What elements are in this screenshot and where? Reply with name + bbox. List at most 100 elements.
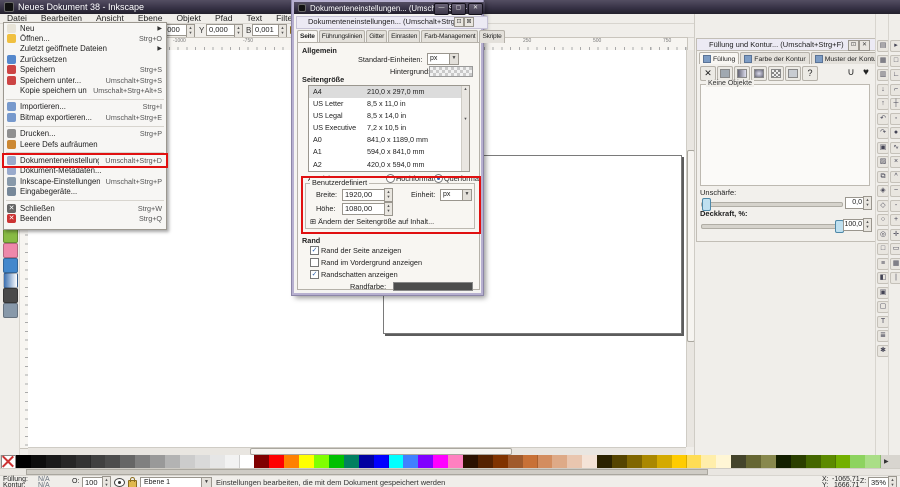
dialog-panel-close-icon[interactable]: ⊠ xyxy=(464,17,474,27)
snap-bbox-icon[interactable]: □ xyxy=(890,55,900,67)
dialog-tab-skripte[interactable]: Skripte xyxy=(479,30,504,43)
page-border-checkbox[interactable]: ✓ xyxy=(310,246,319,255)
palette-swatch[interactable] xyxy=(240,455,256,468)
palette-swatch[interactable] xyxy=(716,455,732,468)
palette-swatch[interactable] xyxy=(508,455,524,468)
std-units-combo[interactable]: px▼ xyxy=(427,53,459,65)
palette-swatch[interactable] xyxy=(657,455,673,468)
connector-tool-icon[interactable] xyxy=(3,303,18,318)
file-menu-item-leeredefsaufräumen[interactable]: Leere Defs aufräumen xyxy=(4,139,166,149)
palette-swatch[interactable] xyxy=(299,455,315,468)
palette-swatch[interactable] xyxy=(120,455,136,468)
page-size-row[interactable]: US Letter8,5 x 11,0 in xyxy=(309,98,469,110)
snap-enable-icon[interactable]: ▸ xyxy=(890,40,900,52)
file-menu-item-zurücksetzen[interactable]: Zurücksetzen xyxy=(4,54,166,64)
x-field-spinner[interactable]: ▲▼ xyxy=(186,24,195,38)
palette-swatch[interactable] xyxy=(374,455,390,468)
border-shadow-checkbox[interactable]: ✓ xyxy=(310,270,319,279)
file-menu-item-neu[interactable]: Neu▶ xyxy=(4,23,166,33)
palette-swatch[interactable] xyxy=(135,455,151,468)
file-menu-item-inkscapeeinstellungen[interactable]: Inkscape-Einstellungen...Umschalt+Strg+P xyxy=(4,176,166,186)
dialog-minimize-icon[interactable]: — xyxy=(434,3,449,15)
file-menu-item-beenden[interactable]: ✕BeendenStrg+Q xyxy=(4,213,166,223)
palette-swatch[interactable] xyxy=(150,455,166,468)
zoom-field[interactable]: 35% xyxy=(868,477,890,487)
palette-swatch[interactable] xyxy=(165,455,181,468)
background-color-swatch[interactable] xyxy=(429,66,473,77)
snap-guide-icon[interactable]: ∣ xyxy=(890,272,900,284)
palette-swatch[interactable] xyxy=(389,455,405,468)
dropper-tool-icon[interactable] xyxy=(3,288,18,303)
panel-minimize-icon[interactable]: ⊡ xyxy=(848,40,859,51)
palette-swatch[interactable] xyxy=(538,455,554,468)
snap-intersection-icon[interactable]: × xyxy=(890,156,900,168)
snap-path-icon[interactable]: ∿ xyxy=(890,142,900,154)
palette-swatch[interactable] xyxy=(91,455,107,468)
palette-swatch[interactable] xyxy=(597,455,613,468)
palette-swatch[interactable] xyxy=(284,455,300,468)
dialog-maximize-icon[interactable]: ▢ xyxy=(451,3,466,15)
gradient-tool-icon[interactable] xyxy=(3,273,18,288)
randfarbe-color-swatch[interactable] xyxy=(393,282,473,291)
combo-arrow-icon[interactable]: ▼ xyxy=(449,54,458,64)
stroke-indicator-value[interactable]: N/A xyxy=(38,482,50,487)
layer-select[interactable]: Ebene 1 xyxy=(140,477,205,487)
horizontal-scrollbar-thumb[interactable] xyxy=(250,448,512,455)
swatch-button[interactable] xyxy=(785,66,801,81)
opacity-status-field[interactable]: 100 xyxy=(82,477,104,487)
palette-swatch[interactable] xyxy=(582,455,598,468)
page-size-row[interactable]: A1594,0 x 841,0 mm xyxy=(309,146,469,158)
file-menu-item-öffnen[interactable]: Öffnen...Strg+O xyxy=(4,33,166,43)
blur-slider[interactable] xyxy=(701,202,843,207)
eraser-tool-icon[interactable] xyxy=(3,243,18,258)
palette-swatch[interactable] xyxy=(61,455,77,468)
snap-page-border-icon[interactable]: ▭ xyxy=(890,243,900,255)
snap-object-center-icon[interactable]: + xyxy=(890,214,900,226)
file-menu-item-speichernunter[interactable]: Speichern unter...Umschalt+Strg+S xyxy=(4,75,166,85)
dialog-panel-minimize-icon[interactable]: ⊡ xyxy=(454,17,464,27)
file-menu-item-dokumenteneinstellungen[interactable]: Dokumenteneinstellungen...Umschalt+Strg+… xyxy=(4,155,166,165)
flat-color-button[interactable] xyxy=(717,66,733,81)
palette-swatch[interactable] xyxy=(567,455,583,468)
palette-swatch[interactable] xyxy=(254,455,270,468)
palette-swatch[interactable] xyxy=(836,455,852,468)
width-field-spinner[interactable]: ▲▼ xyxy=(278,24,287,38)
palette-swatch[interactable] xyxy=(701,455,717,468)
palette-swatch[interactable] xyxy=(672,455,688,468)
unknown-paint-button[interactable]: ? xyxy=(802,66,818,81)
opacity-value[interactable]: 100,0 xyxy=(843,219,865,231)
file-menu-item-schließen[interactable]: ✕SchließenStrg+W xyxy=(4,203,166,213)
y-field-spinner[interactable]: ▲▼ xyxy=(234,24,243,38)
layer-visibility-icon[interactable] xyxy=(114,478,125,487)
palette-swatch[interactable] xyxy=(180,455,196,468)
panel-tab-musterderkontur[interactable]: Muster der Kontur xyxy=(811,52,883,64)
y-field[interactable]: 0,000 xyxy=(206,24,236,36)
snap-bbox-center-icon[interactable]: ◦ xyxy=(890,113,900,125)
file-menu-item-dokumentmetadaten[interactable]: Dokument-Metadaten... xyxy=(4,166,166,176)
palette-swatch[interactable] xyxy=(627,455,643,468)
pattern-button[interactable] xyxy=(768,66,784,81)
palette-swatch[interactable] xyxy=(210,455,226,468)
palette-swatch[interactable] xyxy=(806,455,822,468)
file-menu-item-kopiespeichernunter[interactable]: Kopie speichern unter...Umschalt+Strg+Al… xyxy=(4,85,166,95)
palette-swatch[interactable] xyxy=(523,455,539,468)
palette-swatch[interactable] xyxy=(105,455,121,468)
snap-midpoint-icon[interactable]: - xyxy=(890,200,900,212)
palette-swatch[interactable] xyxy=(225,455,241,468)
snap-node-icon[interactable]: ● xyxy=(890,127,900,139)
palette-next-arrow-icon[interactable]: ▶ xyxy=(884,458,889,465)
layer-select-arrow-icon[interactable]: ▼ xyxy=(201,477,212,487)
file-menu-item-eingabegeräte[interactable]: Eingabegeräte... xyxy=(4,186,166,196)
blur-spinner[interactable]: ▲▼ xyxy=(863,196,872,210)
palette-swatch[interactable] xyxy=(403,455,419,468)
palette-swatch[interactable] xyxy=(642,455,658,468)
opacity-spinner[interactable]: ▲▼ xyxy=(863,218,872,232)
page-size-row[interactable]: A4210,0 x 297,0 mm xyxy=(309,86,469,98)
fill-rule-nonzero-button[interactable]: ♥ xyxy=(858,66,874,81)
palette-swatch[interactable] xyxy=(493,455,509,468)
palette-swatch[interactable] xyxy=(76,455,92,468)
palette-swatch[interactable] xyxy=(821,455,837,468)
no-color-swatch[interactable] xyxy=(1,455,16,469)
opacity-slider[interactable] xyxy=(701,224,843,229)
palette-swatch[interactable] xyxy=(612,455,628,468)
